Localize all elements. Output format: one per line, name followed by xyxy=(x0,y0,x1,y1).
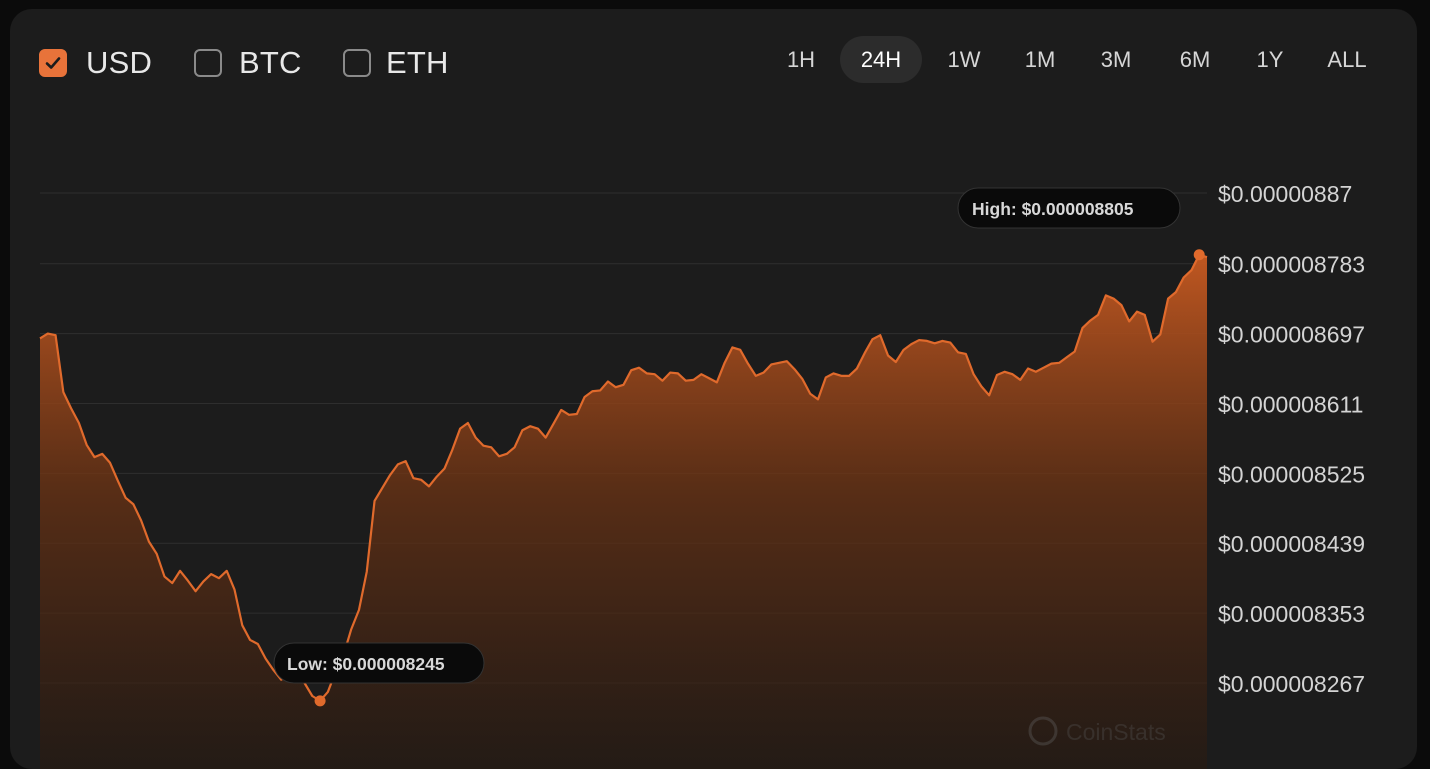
y-tick-label: $0.000008439 xyxy=(1218,531,1365,557)
watermark-text: CoinStats xyxy=(1066,719,1166,745)
y-tick-label: $0.000008525 xyxy=(1218,461,1365,487)
price-chart-card: USD BTC ETH 1H 24H 1W 1M 3M 6M 1Y ALL Co… xyxy=(10,9,1417,769)
low-tooltip-text: Low: $0.000008245 xyxy=(287,654,445,674)
price-area-chart: CoinStats High: $0.000008805 Low: $0.000… xyxy=(39,181,1365,769)
high-tooltip-text: High: $0.000008805 xyxy=(972,199,1134,219)
y-tick-label: $0.000008267 xyxy=(1218,671,1365,697)
high-point xyxy=(1193,249,1205,261)
high-marker: High: $0.000008805 xyxy=(957,187,1205,261)
y-tick-label: $0.000008353 xyxy=(1218,601,1365,627)
low-point xyxy=(314,695,326,707)
y-tick-label: $0.000008783 xyxy=(1218,252,1365,278)
y-tick-label: $0.000008697 xyxy=(1218,322,1365,348)
y-tick-label: $0.000008611 xyxy=(1218,391,1363,417)
y-tick-label: $0.00000887 xyxy=(1218,181,1352,207)
price-area-fill xyxy=(40,254,1207,769)
